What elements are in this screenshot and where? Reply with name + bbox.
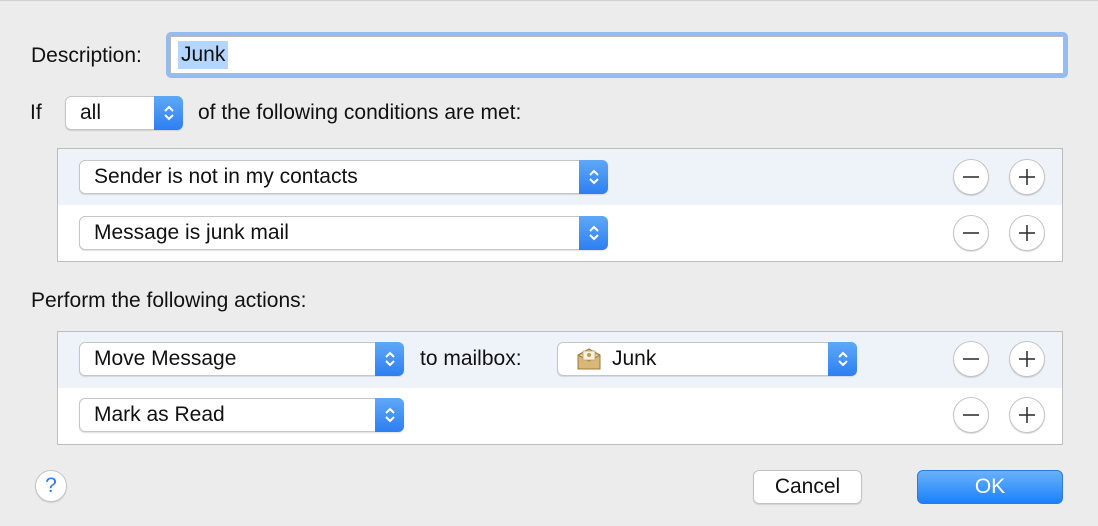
add-condition-button[interactable] (1009, 159, 1045, 195)
remove-condition-button[interactable] (953, 215, 989, 251)
description-field[interactable]: Junk (166, 32, 1068, 78)
remove-action-button[interactable] (953, 341, 989, 377)
popup-arrows-icon (579, 160, 608, 194)
remove-action-button[interactable] (953, 397, 989, 433)
minus-icon (963, 358, 979, 360)
conditions-suffix-label: of the following conditions are met: (198, 101, 522, 124)
question-mark-icon: ? (45, 474, 57, 497)
actions-header: Perform the following actions: (31, 289, 307, 312)
to-mailbox-label: to mailbox: (420, 347, 522, 370)
action-type-value: Move Message (94, 347, 237, 370)
popup-arrows-icon (375, 398, 404, 432)
popup-arrows-icon (828, 342, 857, 376)
popup-arrows-icon (579, 216, 608, 250)
ok-button[interactable]: OK (917, 470, 1063, 504)
action-type-popup[interactable]: Mark as Read (79, 398, 404, 432)
popup-arrows-icon (154, 96, 183, 130)
minus-icon (963, 414, 979, 416)
plus-icon (1019, 407, 1035, 423)
cancel-button[interactable]: Cancel (753, 470, 862, 504)
minus-icon (963, 176, 979, 178)
add-action-button[interactable] (1009, 341, 1045, 377)
mailbox-value: Junk (612, 347, 657, 370)
condition-criterion-popup[interactable]: Message is junk mail (79, 216, 608, 250)
action-type-value: Mark as Read (94, 403, 225, 426)
match-type-popup[interactable]: all (65, 96, 183, 130)
plus-icon (1019, 351, 1035, 367)
add-condition-button[interactable] (1009, 215, 1045, 251)
plus-icon (1019, 225, 1035, 241)
junk-mailbox-icon (577, 348, 601, 370)
add-action-button[interactable] (1009, 397, 1045, 433)
description-label: Description: (31, 44, 142, 67)
help-button[interactable]: ? (35, 470, 67, 502)
condition-criterion-value: Message is junk mail (94, 221, 289, 244)
condition-criterion-popup[interactable]: Sender is not in my contacts (79, 160, 608, 194)
action-type-popup[interactable]: Move Message (79, 342, 404, 376)
if-label: If (30, 101, 42, 124)
mailbox-popup[interactable]: Junk (557, 342, 857, 376)
minus-icon (963, 232, 979, 234)
remove-condition-button[interactable] (953, 159, 989, 195)
condition-criterion-value: Sender is not in my contacts (94, 165, 358, 188)
plus-icon (1019, 169, 1035, 185)
popup-arrows-icon (375, 342, 404, 376)
